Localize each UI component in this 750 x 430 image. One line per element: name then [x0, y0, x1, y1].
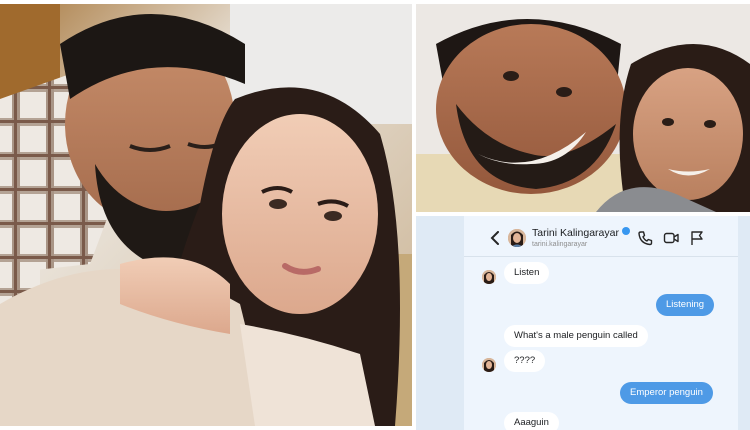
message-bubble-incoming[interactable]: What's a male penguin called: [504, 325, 648, 347]
chat-header: Tarini Kalingarayar tarini.kalingarayar: [464, 224, 738, 254]
message-bubble-outgoing[interactable]: Emperor penguin: [620, 382, 713, 404]
video-camera-icon[interactable]: [662, 229, 680, 247]
couple-bed-selfie-illustration: [416, 4, 750, 212]
contact-name[interactable]: Tarini Kalingarayar: [532, 227, 630, 239]
photo-collage: Tarini Kalingarayar tarini.kalingarayar …: [0, 0, 750, 430]
verified-badge-icon: [621, 227, 630, 235]
chat-screenshot: Tarini Kalingarayar tarini.kalingarayar …: [416, 216, 750, 430]
header-divider: [464, 256, 738, 257]
contact-name-text: Tarini Kalingarayar: [532, 227, 619, 239]
contact-avatar[interactable]: [508, 229, 526, 247]
message-bubble-incoming[interactable]: Listen: [504, 262, 550, 284]
flag-icon[interactable]: [688, 229, 706, 247]
phone-icon[interactable]: [636, 229, 654, 247]
couple-selfie-photo-left: [0, 4, 412, 426]
chevron-left-icon[interactable]: [485, 228, 505, 248]
message-bubble-incoming[interactable]: ????: [504, 350, 546, 372]
message-avatar: [482, 358, 496, 372]
message-bubble-outgoing[interactable]: Listening: [656, 294, 715, 316]
chat-screen: Tarini Kalingarayar tarini.kalingarayar …: [464, 216, 738, 430]
message-avatar: [482, 270, 496, 284]
contact-handle: tarini.kalingarayar: [532, 241, 588, 248]
chat-background-left: [416, 216, 464, 430]
couple-selfie-photo-right: [416, 4, 750, 212]
message-bubble-incoming[interactable]: Aaaguin: [504, 412, 559, 430]
couple-selfie-illustration: [0, 4, 412, 426]
